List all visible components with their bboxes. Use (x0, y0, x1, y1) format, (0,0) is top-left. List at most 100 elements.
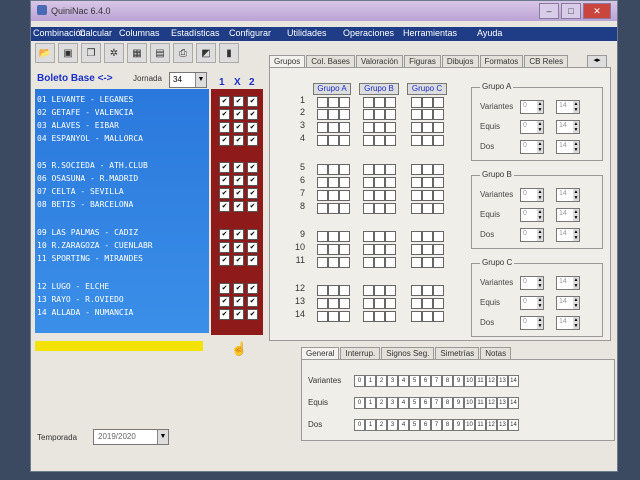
stepper-arrows-icon[interactable]: ▲ ▼ (573, 101, 579, 113)
number-toggle[interactable]: 5 (409, 419, 420, 431)
prediction-checkbox[interactable]: ✔ (233, 255, 244, 266)
group-checkbox[interactable] (317, 231, 328, 242)
group-checkbox[interactable] (317, 164, 328, 175)
bottom-tab-2[interactable]: Signos Seg. (381, 347, 435, 359)
number-toggle[interactable]: 1 (365, 419, 376, 431)
group-checkbox[interactable] (328, 231, 339, 242)
group-button-1[interactable]: Grupo B (359, 83, 399, 95)
prediction-checkbox[interactable]: ✔ (219, 122, 230, 133)
group-checkbox[interactable] (385, 109, 396, 120)
number-toggle[interactable]: 13 (497, 397, 508, 409)
min-stepper[interactable]: 0 ▲ ▼ (520, 100, 544, 114)
group-button-0[interactable]: Grupo A (313, 83, 351, 95)
match-row[interactable]: 07 CELTA - SEVILLA (37, 187, 124, 196)
min-stepper[interactable]: 0 ▲ ▼ (520, 316, 544, 330)
group-checkbox[interactable] (433, 164, 444, 175)
prediction-checkbox[interactable]: ✔ (219, 109, 230, 120)
prediction-checkbox[interactable]: ✔ (233, 283, 244, 294)
number-toggle[interactable]: 2 (376, 419, 387, 431)
prediction-checkbox[interactable]: ✔ (219, 296, 230, 307)
match-row[interactable]: 09 LAS PALMAS - CADIZ (37, 228, 138, 237)
prediction-checkbox[interactable]: ✔ (247, 162, 258, 173)
minimize-button[interactable]: – (539, 3, 559, 19)
stepper-arrows-icon[interactable]: ▲ ▼ (537, 189, 543, 201)
group-checkbox[interactable] (422, 285, 433, 296)
group-checkbox[interactable] (328, 257, 339, 268)
number-toggle[interactable]: 12 (486, 375, 497, 387)
number-toggle[interactable]: 14 (508, 397, 519, 409)
number-toggle[interactable]: 3 (387, 397, 398, 409)
copy-icon[interactable]: ❐ (81, 43, 101, 63)
match-row[interactable]: 02 GETAFE - VALENCIA (37, 108, 133, 117)
menu-item-7[interactable]: Herramientas (403, 28, 457, 38)
min-stepper[interactable]: 0 ▲ ▼ (520, 140, 544, 154)
prediction-checkbox[interactable]: ✔ (233, 162, 244, 173)
group-checkbox[interactable] (422, 244, 433, 255)
chart-icon[interactable]: ◩ (196, 43, 216, 63)
stepper-arrows-icon[interactable]: ▲ ▼ (573, 277, 579, 289)
number-toggle[interactable]: 8 (442, 397, 453, 409)
group-checkbox[interactable] (422, 203, 433, 214)
stepper-arrows-icon[interactable]: ▲ ▼ (573, 317, 579, 329)
temporada-select[interactable]: 2019/2020 ▼ (93, 429, 169, 445)
group-checkbox[interactable] (433, 135, 444, 146)
stepper-arrows-icon[interactable]: ▲ ▼ (537, 101, 543, 113)
save-icon[interactable]: ▣ (58, 43, 78, 63)
match-row[interactable]: 06 OSASUNA - R.MADRID (37, 174, 138, 183)
group-checkbox[interactable] (411, 203, 422, 214)
group-checkbox[interactable] (411, 122, 422, 133)
number-toggle[interactable]: 11 (475, 375, 486, 387)
tab-1[interactable]: Col. Bases (306, 55, 355, 67)
group-checkbox[interactable] (328, 164, 339, 175)
group-checkbox[interactable] (339, 298, 350, 309)
number-toggle[interactable]: 2 (376, 397, 387, 409)
number-toggle[interactable]: 7 (431, 419, 442, 431)
group-checkbox[interactable] (363, 311, 374, 322)
number-toggle[interactable]: 13 (497, 419, 508, 431)
group-checkbox[interactable] (328, 122, 339, 133)
group-checkbox[interactable] (411, 109, 422, 120)
prediction-checkbox[interactable]: ✔ (247, 242, 258, 253)
group-checkbox[interactable] (433, 244, 444, 255)
group-checkbox[interactable] (363, 109, 374, 120)
group-checkbox[interactable] (433, 177, 444, 188)
group-checkbox[interactable] (339, 311, 350, 322)
number-toggle[interactable]: 9 (453, 419, 464, 431)
prediction-checkbox[interactable]: ✔ (219, 135, 230, 146)
prediction-checkbox[interactable]: ✔ (247, 109, 258, 120)
number-toggle[interactable]: 14 (508, 419, 519, 431)
group-checkbox[interactable] (328, 203, 339, 214)
stepper-arrows-icon[interactable]: ▲ ▼ (573, 209, 579, 221)
prediction-checkbox[interactable]: ✔ (219, 283, 230, 294)
prediction-checkbox[interactable]: ✔ (247, 309, 258, 320)
match-row[interactable]: 14 ALLADA - NUMANCIA (37, 308, 133, 317)
prediction-checkbox[interactable]: ✔ (233, 175, 244, 186)
group-checkbox[interactable] (317, 135, 328, 146)
group-checkbox[interactable] (339, 135, 350, 146)
match-row[interactable]: 10 R.ZARAGOZA - CUENLABR (37, 241, 153, 250)
min-stepper[interactable]: 0 ▲ ▼ (520, 228, 544, 242)
chevron-down-icon[interactable]: ▼ (195, 73, 206, 87)
max-stepper[interactable]: 14 ▲ ▼ (556, 140, 580, 154)
group-checkbox[interactable] (433, 109, 444, 120)
group-checkbox[interactable] (339, 97, 350, 108)
group-checkbox[interactable] (363, 97, 374, 108)
group-checkbox[interactable] (385, 135, 396, 146)
prediction-checkbox[interactable]: ✔ (233, 109, 244, 120)
group-checkbox[interactable] (374, 97, 385, 108)
group-checkbox[interactable] (385, 177, 396, 188)
number-toggle[interactable]: 6 (420, 375, 431, 387)
number-toggle[interactable]: 7 (431, 397, 442, 409)
prediction-checkbox[interactable]: ✔ (233, 122, 244, 133)
prediction-checkbox[interactable]: ✔ (247, 135, 258, 146)
group-checkbox[interactable] (363, 203, 374, 214)
group-checkbox[interactable] (385, 97, 396, 108)
group-checkbox[interactable] (422, 311, 433, 322)
group-checkbox[interactable] (328, 244, 339, 255)
max-stepper[interactable]: 14 ▲ ▼ (556, 100, 580, 114)
group-checkbox[interactable] (433, 190, 444, 201)
group-checkbox[interactable] (339, 164, 350, 175)
tab-3[interactable]: Figuras (404, 55, 441, 67)
prediction-checkbox[interactable]: ✔ (219, 309, 230, 320)
group-checkbox[interactable] (328, 190, 339, 201)
